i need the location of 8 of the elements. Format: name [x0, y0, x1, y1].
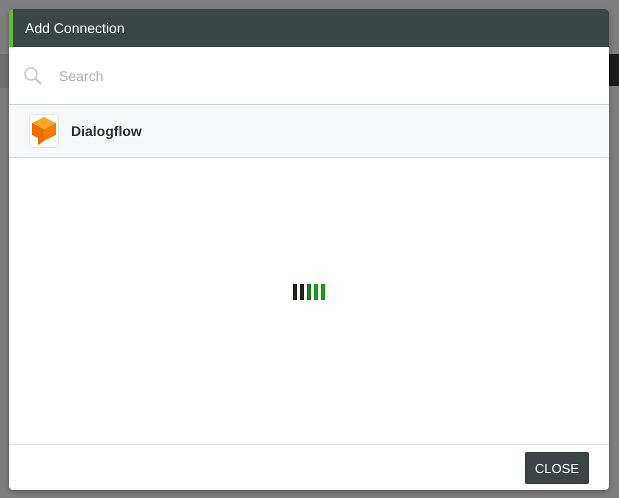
dialog-title: Add Connection [25, 20, 125, 36]
cube-speech-icon [29, 114, 59, 148]
search-icon [23, 66, 43, 86]
connection-item[interactable]: Dialogflow [9, 105, 609, 158]
close-button[interactable]: CLOSE [524, 452, 589, 484]
background-bar [0, 54, 9, 88]
background-bar [609, 54, 619, 86]
connection-name: Dialogflow [71, 123, 142, 139]
